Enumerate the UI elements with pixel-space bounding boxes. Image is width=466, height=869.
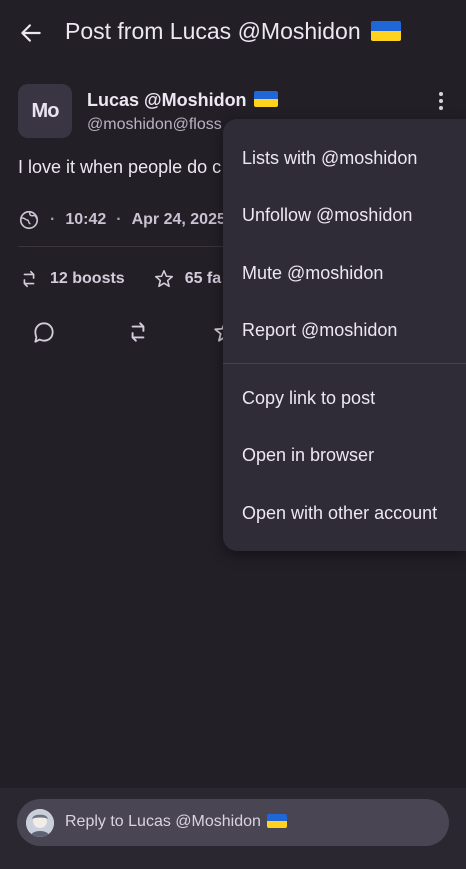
- boosts-count[interactable]: 12 boosts: [18, 268, 125, 290]
- star-icon: [154, 269, 173, 288]
- back-button[interactable]: [14, 16, 48, 50]
- boosts-label: 12 boosts: [50, 270, 125, 287]
- menu-item-lists-with[interactable]: Lists with @moshidon: [223, 131, 466, 185]
- page-title: Post from Lucas @Moshidon: [65, 18, 402, 45]
- reply-placeholder: Reply to Lucas @Moshidon: [65, 813, 288, 831]
- menu-item-open-in-browser[interactable]: Open in browser: [223, 428, 466, 482]
- author-handle[interactable]: @moshidon@floss: [87, 116, 222, 134]
- ukraine-flag-icon: [253, 91, 278, 108]
- author-avatar[interactable]: Mo: [18, 84, 72, 138]
- menu-item-open-with-other-account[interactable]: Open with other account: [223, 486, 466, 540]
- top-app-bar: Post from Lucas @Moshidon: [0, 0, 466, 64]
- post-stats: 12 boosts 65 fa: [18, 266, 249, 292]
- user-avatar: [26, 809, 54, 837]
- menu-item-report[interactable]: Report @moshidon: [223, 303, 466, 357]
- avatar-logo-text: Mo: [31, 99, 60, 122]
- post-content: I love it when people do c: [18, 157, 222, 177]
- separator-dot: ·: [50, 211, 56, 228]
- separator-dot: ·: [116, 211, 122, 228]
- menu-divider: [223, 363, 466, 364]
- ukraine-flag-icon: [267, 813, 288, 828]
- reply-placeholder-text: Reply to Lucas @Moshidon: [65, 813, 261, 830]
- page-title-text: Post from Lucas @Moshidon: [65, 18, 361, 44]
- boost-icon: [23, 270, 35, 288]
- menu-item-copy-link[interactable]: Copy link to post: [223, 371, 466, 425]
- post-time: 10:42: [65, 211, 107, 228]
- ukraine-flag-icon: [371, 20, 402, 41]
- boost-icon: [131, 322, 145, 342]
- post-meta: · 10:42 · Apr 24, 2025: [18, 208, 226, 232]
- more-options-button[interactable]: [428, 88, 454, 114]
- reply-input[interactable]: Reply to Lucas @Moshidon: [17, 799, 449, 846]
- favorites-label: 65 fa: [184, 270, 222, 287]
- avatar-image: [26, 809, 54, 837]
- author-name-text: Lucas @Moshidon: [87, 90, 247, 110]
- reply-bar: Reply to Lucas @Moshidon: [0, 788, 466, 869]
- reply-icon: [34, 322, 54, 343]
- menu-item-mute[interactable]: Mute @moshidon: [223, 246, 466, 300]
- boost-button[interactable]: [121, 315, 155, 349]
- post-date: Apr 24, 2025: [131, 211, 226, 228]
- post-options-menu: Lists with @moshidon Unfollow @moshidon …: [223, 119, 466, 551]
- reply-button[interactable]: [27, 315, 61, 349]
- author-name[interactable]: Lucas @Moshidon: [87, 90, 278, 111]
- globe-icon: [19, 210, 39, 230]
- favorites-count[interactable]: 65 fa: [153, 268, 221, 290]
- menu-item-unfollow[interactable]: Unfollow @moshidon: [223, 188, 466, 242]
- arrow-left-icon: [21, 24, 41, 42]
